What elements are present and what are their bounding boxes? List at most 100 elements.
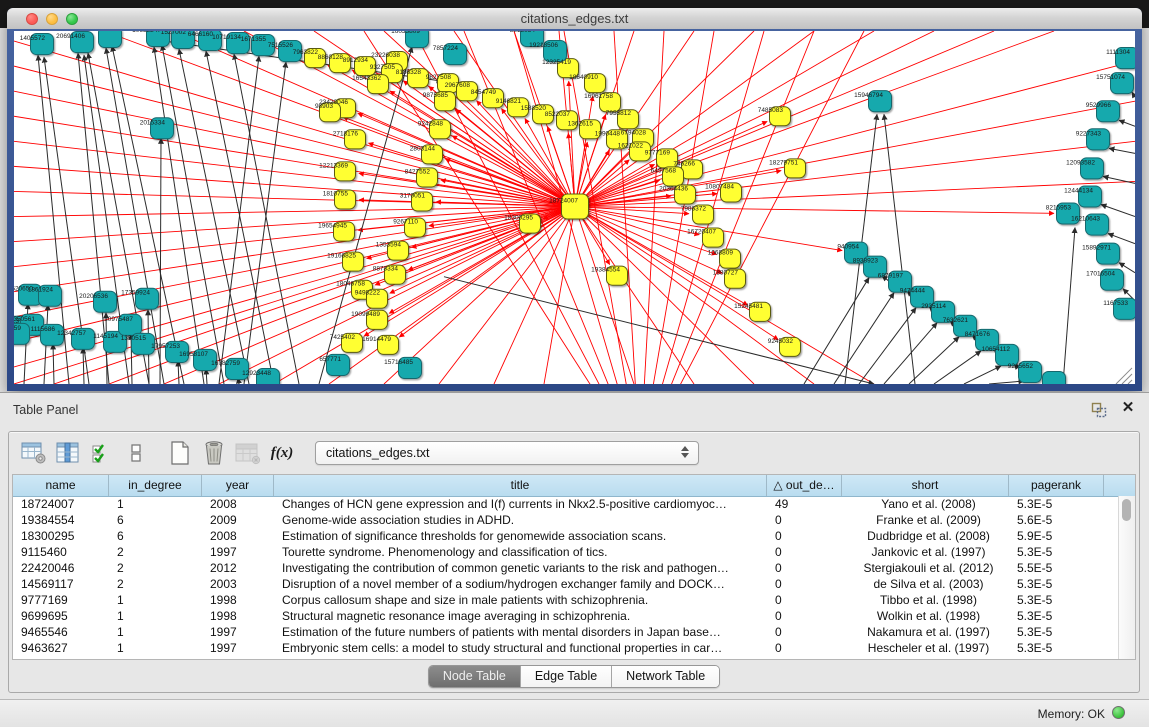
table-cell[interactable]: 1997	[202, 640, 274, 656]
table-cell[interactable]: 5.3E-5	[1009, 640, 1104, 656]
function-builder-button[interactable]: f(x)	[267, 438, 297, 468]
window-titlebar[interactable]: citations_edges.txt	[7, 8, 1142, 30]
delete-rows-button[interactable]	[199, 438, 229, 468]
table-row[interactable]: 1938455462009Genome-wide association stu…	[13, 512, 1119, 528]
column-header-year[interactable]: year	[202, 475, 274, 496]
table-cell[interactable]: 5.3E-5	[1009, 544, 1104, 560]
table-cell[interactable]: 0	[767, 608, 842, 624]
table-cell[interactable]: 5.5E-5	[1009, 560, 1104, 576]
scrollbar-thumb[interactable]	[1122, 499, 1131, 521]
new-table-button[interactable]	[165, 438, 195, 468]
table-cell[interactable]: 0	[767, 560, 842, 576]
memory-status-indicator[interactable]	[1112, 706, 1125, 719]
table-settings-button[interactable]	[19, 438, 49, 468]
table-cell[interactable]: 0	[767, 544, 842, 560]
table-cell[interactable]: 6	[109, 528, 202, 544]
table-cell[interactable]: 9463627	[13, 640, 109, 656]
table-cell[interactable]: Nakamura et al. (1997)	[842, 624, 1009, 640]
table-row[interactable]: 946362711997Embryonic stem cells: a mode…	[13, 640, 1119, 656]
table-cell[interactable]: 14569117	[13, 576, 109, 592]
table-cell[interactable]: Disruption of a novel member of a sodium…	[274, 576, 767, 592]
table-cell[interactable]: Embryonic stem cells: a model to study s…	[274, 640, 767, 656]
table-cell[interactable]: 0	[767, 576, 842, 592]
table-cell[interactable]: Genome-wide association studies in ADHD.	[274, 512, 767, 528]
table-cell[interactable]: Dudbridge et al. (2008)	[842, 528, 1009, 544]
tab-node-table[interactable]: Node Table	[429, 666, 520, 687]
table-cell[interactable]: 1	[109, 592, 202, 608]
table-cell[interactable]: Yano et al. (2008)	[842, 496, 1009, 512]
table-cell[interactable]: 5.3E-5	[1009, 496, 1104, 512]
column-header-name[interactable]: name	[13, 475, 109, 496]
table-cell[interactable]: Investigating the contribution of common…	[274, 560, 767, 576]
table-cell[interactable]: Wolkin et al. (1998)	[842, 608, 1009, 624]
tab-network-table[interactable]: Network Table	[611, 666, 719, 687]
table-row[interactable]: 2242004622012Investigating the contribut…	[13, 560, 1119, 576]
table-cell[interactable]: 0	[767, 528, 842, 544]
table-cell[interactable]: 2003	[202, 576, 274, 592]
column-chooser-button[interactable]	[53, 438, 83, 468]
table-cell[interactable]: Jankovic et al. (1997)	[842, 544, 1009, 560]
table-cell[interactable]: 5.3E-5	[1009, 624, 1104, 640]
table-cell[interactable]: Stergiakouli et al. (2012)	[842, 560, 1009, 576]
table-cell[interactable]: 5.9E-5	[1009, 528, 1104, 544]
table-cell[interactable]: 2009	[202, 512, 274, 528]
table-vertical-scrollbar[interactable]	[1118, 496, 1135, 659]
tab-edge-table[interactable]: Edge Table	[520, 666, 611, 687]
table-row[interactable]: 911546021997Tourette syndrome. Phenomeno…	[13, 544, 1119, 560]
column-header-out_de[interactable]: △ out_de…	[767, 475, 842, 496]
table-cell[interactable]: 5.3E-5	[1009, 576, 1104, 592]
table-cell[interactable]: 19384554	[13, 512, 109, 528]
column-header-pagerank[interactable]: pagerank	[1009, 475, 1104, 496]
table-cell[interactable]: 5.3E-5	[1009, 592, 1104, 608]
table-cell[interactable]: 0	[767, 624, 842, 640]
table-cell[interactable]: 2008	[202, 528, 274, 544]
table-cell[interactable]: 0	[767, 640, 842, 656]
table-row[interactable]: 977716911998Corpus callosum shape and si…	[13, 592, 1119, 608]
table-cell[interactable]: Estimation of the future numbers of pati…	[274, 624, 767, 640]
table-cell[interactable]: 6	[109, 512, 202, 528]
column-header-title[interactable]: title	[274, 475, 767, 496]
float-panel-icon[interactable]	[1091, 402, 1107, 418]
table-cell[interactable]: 5.3E-5	[1009, 608, 1104, 624]
table-cell[interactable]: Hescheler et al. (1997)	[842, 640, 1009, 656]
table-cell[interactable]: Franke et al. (2009)	[842, 512, 1009, 528]
table-source-select[interactable]: citations_edges.txt	[315, 441, 699, 465]
table-cell[interactable]: 1998	[202, 592, 274, 608]
table-cell[interactable]: 9699695	[13, 608, 109, 624]
table-cell[interactable]: 0	[767, 592, 842, 608]
table-row[interactable]: 1830029562008Estimation of significance …	[13, 528, 1119, 544]
table-cell[interactable]: 0	[767, 512, 842, 528]
table-cell[interactable]: 9777169	[13, 592, 109, 608]
table-cell[interactable]: Tourette syndrome. Phenomenology and cla…	[274, 544, 767, 560]
table-cell[interactable]: 9465546	[13, 624, 109, 640]
table-cell[interactable]: Changes of HCN gene expression and I(f) …	[274, 496, 767, 512]
table-cell[interactable]: 2012	[202, 560, 274, 576]
table-row[interactable]: 1456911722003Disruption of a novel membe…	[13, 576, 1119, 592]
table-cell[interactable]: 9115460	[13, 544, 109, 560]
table-cell[interactable]: 1997	[202, 544, 274, 560]
table-cell[interactable]: 1998	[202, 608, 274, 624]
network-canvas[interactable]: 7963822886012889129342322603893275051654…	[14, 31, 1135, 384]
column-header-in_degree[interactable]: in_degree	[109, 475, 202, 496]
table-row[interactable]: 946554611997Estimation of the future num…	[13, 624, 1119, 640]
table-cell[interactable]: 2	[109, 544, 202, 560]
table-cell[interactable]: 5.6E-5	[1009, 512, 1104, 528]
table-cell[interactable]: Corpus callosum shape and size in male p…	[274, 592, 767, 608]
table-cell[interactable]: Estimation of significance thresholds fo…	[274, 528, 767, 544]
table-cell[interactable]: 18724007	[13, 496, 109, 512]
table-row[interactable]: 969969511998Structural magnetic resonanc…	[13, 608, 1119, 624]
table-cell[interactable]: 22420046	[13, 560, 109, 576]
table-cell[interactable]: Tibbo et al. (1998)	[842, 592, 1009, 608]
delete-table-button[interactable]	[233, 438, 263, 468]
table-cell[interactable]: 2	[109, 560, 202, 576]
table-cell[interactable]: 2	[109, 576, 202, 592]
table-cell[interactable]: de Silva et al. (2003)	[842, 576, 1009, 592]
table-cell[interactable]: 2008	[202, 496, 274, 512]
table-cell[interactable]: 1	[109, 496, 202, 512]
table-cell[interactable]: 1	[109, 640, 202, 656]
select-columns-button[interactable]	[87, 438, 117, 468]
table-cell[interactable]: 1997	[202, 624, 274, 640]
table-cell[interactable]: 1	[109, 608, 202, 624]
table-cell[interactable]: 18300295	[13, 528, 109, 544]
close-panel-icon[interactable]: ✕	[1120, 400, 1136, 416]
